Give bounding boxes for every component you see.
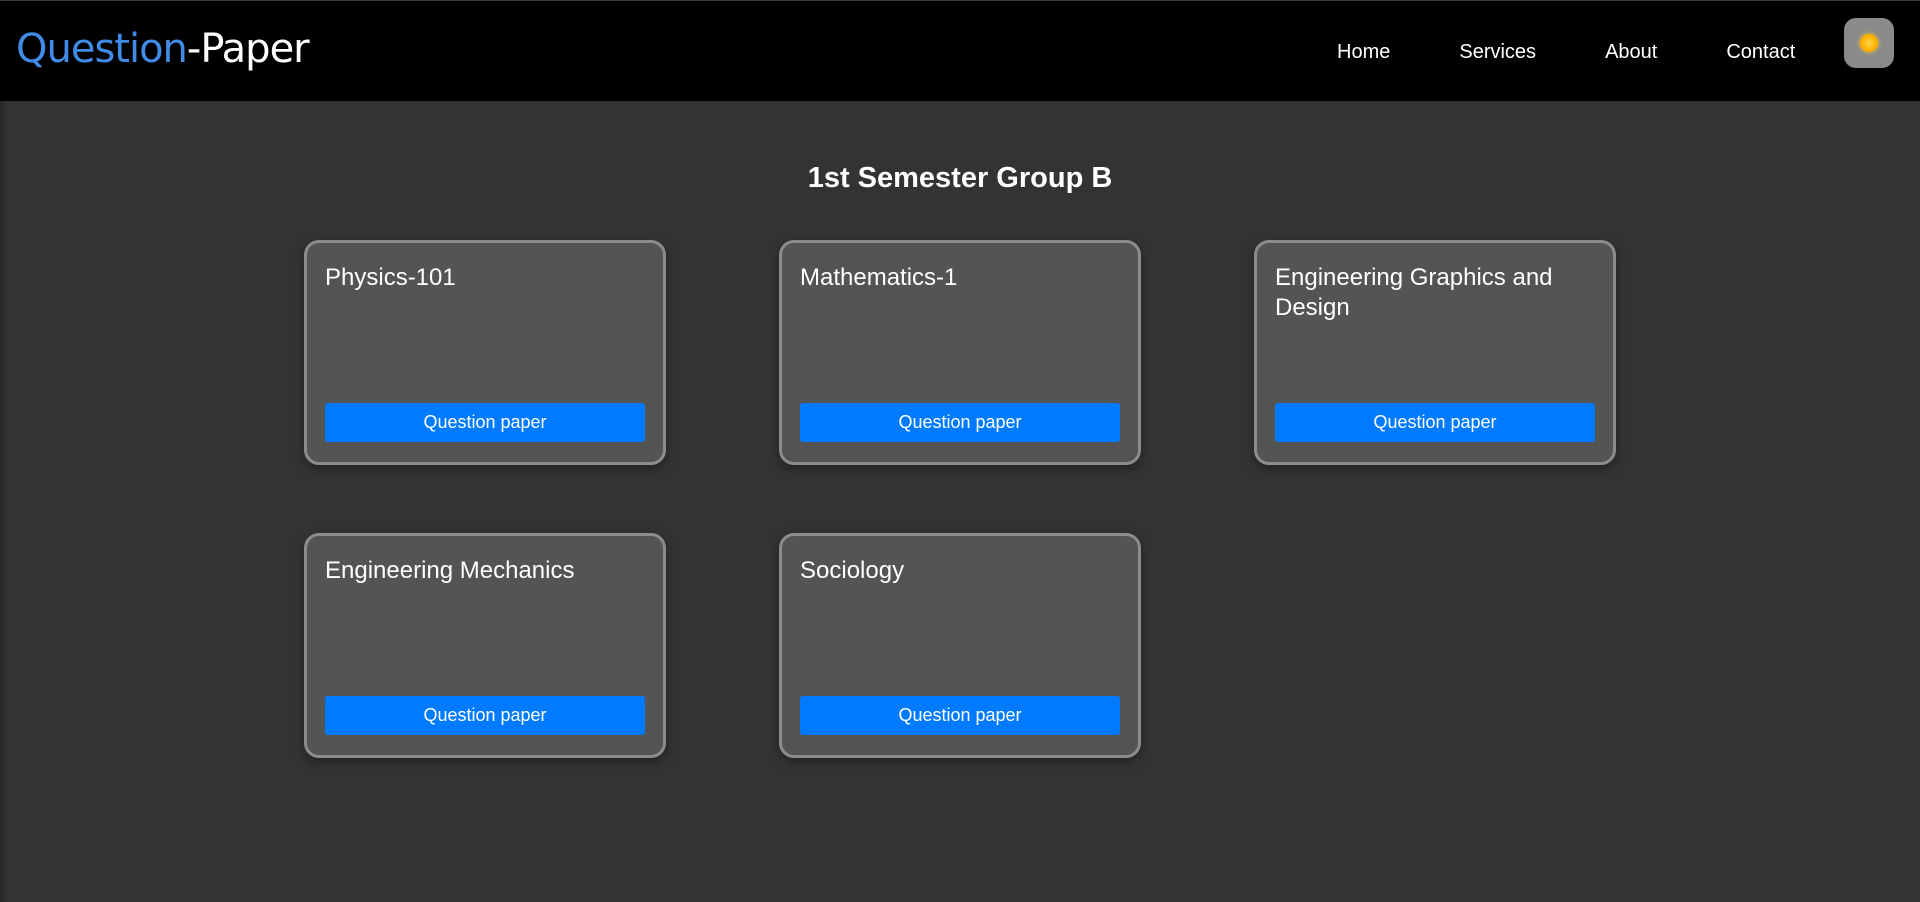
nav-link-services[interactable]: Services <box>1459 39 1536 65</box>
subject-card: Engineering Mechanics Question paper <box>304 533 666 758</box>
subject-card: Sociology Question paper <box>779 533 1141 758</box>
subject-card-title: Sociology <box>800 557 905 584</box>
nav-link-home[interactable]: Home <box>1337 39 1390 65</box>
nav-link-about[interactable]: About <box>1605 39 1657 65</box>
question-paper-button[interactable]: Question paper <box>325 403 645 442</box>
nav-link-contact[interactable]: Contact <box>1726 39 1795 65</box>
question-paper-button[interactable]: Question paper <box>1275 403 1595 442</box>
main-nav: Home Services About Contact <box>1337 39 1795 65</box>
subject-card-title: Engineering Mechanics <box>325 557 575 584</box>
question-paper-button[interactable]: Question paper <box>800 696 1120 735</box>
question-paper-button[interactable]: Question paper <box>325 696 645 735</box>
logo-part-paper: -Paper <box>186 26 310 72</box>
navbar: Question-Paper Home Services About Conta… <box>0 0 1920 101</box>
question-paper-button[interactable]: Question paper <box>800 403 1120 442</box>
theme-toggle-button[interactable] <box>1844 18 1894 68</box>
subject-card: Mathematics-1 Question paper <box>779 240 1141 465</box>
sun-icon <box>1860 34 1878 52</box>
site-logo[interactable]: Question-Paper <box>16 23 310 75</box>
page-edge-shadow <box>0 101 7 902</box>
page-title: 1st Semester Group B <box>807 162 1113 194</box>
subject-card-title: Physics-101 <box>325 264 456 291</box>
subject-card-title: Mathematics-1 <box>800 264 958 291</box>
logo-part-question: Question <box>16 26 188 72</box>
subject-card-title: Engineering Graphics and Design <box>1275 264 1553 321</box>
subject-card: Physics-101 Question paper <box>304 240 666 465</box>
subject-card: Engineering Graphics and Design Question… <box>1254 240 1616 465</box>
